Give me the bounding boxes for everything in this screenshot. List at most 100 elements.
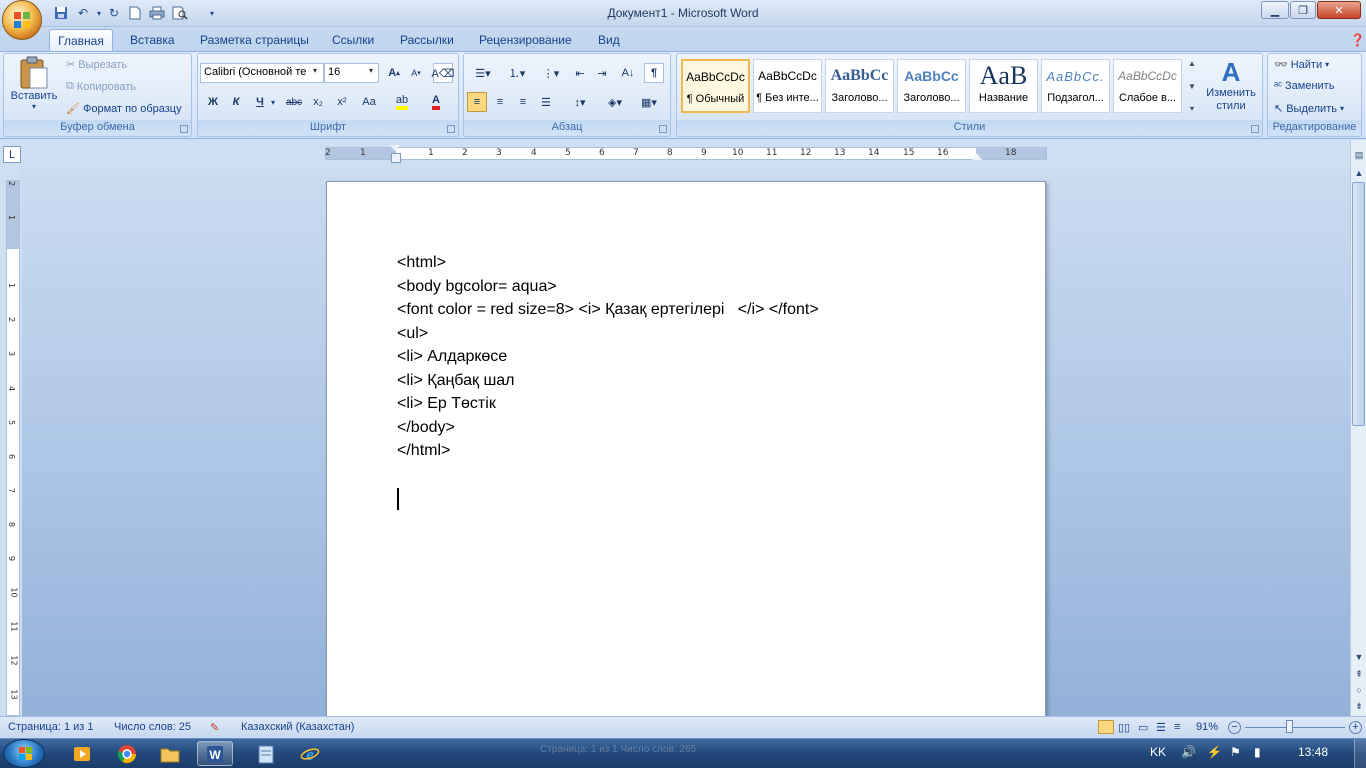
strikethrough-button[interactable]: abc xyxy=(284,92,304,112)
action-center-flag-icon[interactable]: ⚑ xyxy=(1230,745,1241,759)
align-left-icon[interactable]: ≡ xyxy=(467,92,487,112)
styles-scroll[interactable]: ▲ ▼ ▾ xyxy=(1185,59,1199,113)
clock[interactable]: 13:48 xyxy=(1298,745,1328,759)
style-heading-1[interactable]: AaBbCc Заголово... xyxy=(825,59,894,113)
select-button[interactable]: ↖ Выделить ▾ xyxy=(1274,102,1344,116)
help-icon[interactable]: ❓ xyxy=(1350,33,1365,47)
start-button[interactable] xyxy=(3,739,45,768)
zoom-in-icon[interactable]: + xyxy=(1349,721,1362,734)
tab-page-layout[interactable]: Разметка страницы xyxy=(190,29,319,51)
full-screen-view-icon[interactable]: ▯▯ xyxy=(1118,721,1130,734)
style-normal[interactable]: AaBbCcDc ¶ Обычный xyxy=(681,59,750,113)
align-center-icon[interactable]: ≡ xyxy=(490,92,510,112)
justify-icon[interactable]: ☰ xyxy=(536,92,556,112)
internet-explorer-icon[interactable]: e xyxy=(292,741,328,766)
font-name-combo[interactable]: Calibri (Основной те xyxy=(200,63,324,83)
style-subtitle[interactable]: AaBbCc. Подзагол... xyxy=(1041,59,1110,113)
battery-icon[interactable]: ▮ xyxy=(1254,745,1261,759)
zoom-slider-track[interactable] xyxy=(1245,727,1345,728)
decrease-indent-icon[interactable]: ⇤ xyxy=(570,63,590,83)
notepad-icon[interactable] xyxy=(248,741,284,766)
format-painter-button[interactable]: 🖌 Формат по образцу xyxy=(66,102,182,116)
font-name-dropdown-icon[interactable]: ▾ xyxy=(313,66,317,75)
style-no-spacing[interactable]: AaBbCcDc ¶ Без инте... xyxy=(753,59,822,113)
borders-icon[interactable]: ▦▾ xyxy=(634,92,664,112)
draft-view-icon[interactable]: ≡ xyxy=(1174,721,1180,733)
vertical-ruler[interactable]: 2 1 1 2 3 4 5 6 7 8 9 10 11 12 13 xyxy=(6,180,20,716)
font-size-dropdown-icon[interactable]: ▾ xyxy=(369,66,373,75)
grow-font-icon[interactable]: A ▴ xyxy=(384,63,404,83)
paste-button[interactable]: Вставить ▾ xyxy=(10,56,58,116)
paragraph-launcher-icon[interactable] xyxy=(659,125,667,133)
office-button[interactable] xyxy=(2,0,42,40)
power-icon[interactable]: ⚡ xyxy=(1207,745,1222,759)
file-explorer-icon[interactable] xyxy=(152,741,188,766)
italic-button[interactable]: К xyxy=(226,92,246,112)
style-title[interactable]: AaB Название xyxy=(969,59,1038,113)
numbering-icon[interactable]: ⒈▾ xyxy=(502,63,532,83)
ruler-toggle-icon[interactable]: ▤ xyxy=(1352,148,1366,162)
tab-home[interactable]: Главная xyxy=(49,29,113,51)
outline-view-icon[interactable]: ☰ xyxy=(1156,721,1166,734)
highlight-icon[interactable]: ab xyxy=(389,92,415,112)
scroll-down-icon[interactable]: ▼ xyxy=(1352,650,1366,664)
select-browse-object-icon[interactable]: ○ xyxy=(1352,683,1366,697)
align-right-icon[interactable]: ≡ xyxy=(513,92,533,112)
zoom-out-icon[interactable]: − xyxy=(1228,721,1241,734)
cut-button[interactable]: ✂ Вырезать xyxy=(66,58,127,72)
previous-page-icon[interactable]: ⇞ xyxy=(1352,667,1366,681)
next-page-icon[interactable]: ⇟ xyxy=(1352,699,1366,713)
more-styles-icon[interactable]: ▾ xyxy=(1190,104,1194,113)
style-subtle-emphasis[interactable]: AaBbCcDc Слабое в... xyxy=(1113,59,1182,113)
left-indent-marker[interactable] xyxy=(391,153,401,163)
horizontal-ruler[interactable]: 2 1 1 2 3 4 5 6 7 8 9 10 11 12 13 14 15 … xyxy=(325,147,1047,160)
right-indent-marker[interactable] xyxy=(972,153,982,160)
tab-review[interactable]: Рецензирование xyxy=(469,29,582,51)
font-color-icon[interactable]: A xyxy=(423,92,449,112)
replace-button[interactable]: ᵃᶜ Заменить xyxy=(1274,80,1334,92)
find-button[interactable]: 👓 Найти ▾ xyxy=(1274,58,1329,72)
language-status[interactable]: Казахский (Казахстан) xyxy=(241,721,354,733)
first-line-indent-marker[interactable] xyxy=(390,145,400,151)
tab-mailings[interactable]: Рассылки xyxy=(390,29,464,51)
zoom-level[interactable]: 91% xyxy=(1196,721,1218,733)
scroll-up-icon[interactable]: ▲ xyxy=(1352,166,1366,180)
underline-dropdown-icon[interactable]: ▾ xyxy=(271,98,275,107)
style-heading-2[interactable]: AaBbCc Заголово... xyxy=(897,59,966,113)
tab-insert[interactable]: Вставка xyxy=(120,29,185,51)
font-launcher-icon[interactable] xyxy=(447,125,455,133)
clear-formatting-icon[interactable]: A⌫ xyxy=(432,63,454,83)
language-indicator[interactable]: KK xyxy=(1150,745,1166,759)
scroll-up-icon[interactable]: ▲ xyxy=(1188,59,1196,68)
page-count[interactable]: Страница: 1 из 1 xyxy=(8,721,94,733)
volume-icon[interactable]: 🔊 xyxy=(1181,745,1196,759)
styles-launcher-icon[interactable] xyxy=(1251,125,1259,133)
superscript-button[interactable]: x² xyxy=(332,92,352,112)
copy-button[interactable]: ⧉ Копировать xyxy=(66,80,136,93)
underline-button[interactable]: Ч xyxy=(250,92,270,112)
maximize-button[interactable]: ❐ xyxy=(1290,1,1316,19)
media-player-icon[interactable] xyxy=(64,741,100,766)
minimize-button[interactable]: ▁ xyxy=(1261,1,1289,19)
show-desktop-button[interactable] xyxy=(1354,739,1366,768)
multilevel-list-icon[interactable]: ⋮▾ xyxy=(536,63,566,83)
close-button[interactable]: ✕ xyxy=(1317,1,1361,19)
word-taskbar-icon[interactable]: W xyxy=(197,741,233,766)
zoom-slider-thumb[interactable] xyxy=(1286,720,1293,733)
scroll-down-icon[interactable]: ▼ xyxy=(1188,82,1196,91)
word-count[interactable]: Число слов: 25 xyxy=(114,721,191,733)
clipboard-launcher-icon[interactable] xyxy=(180,125,188,133)
tab-references[interactable]: Ссылки xyxy=(322,29,384,51)
change-case-button[interactable]: Aa xyxy=(356,92,382,112)
tab-selector[interactable]: L xyxy=(3,146,21,163)
bold-button[interactable]: Ж xyxy=(203,92,223,112)
subscript-button[interactable]: x₂ xyxy=(308,92,328,112)
show-marks-icon[interactable]: ¶ xyxy=(644,63,664,83)
increase-indent-icon[interactable]: ⇥ xyxy=(592,63,612,83)
vertical-scrollbar[interactable]: ▤ ▲ ▼ ⇞ ○ ⇟ xyxy=(1350,140,1366,716)
print-layout-view-icon[interactable] xyxy=(1098,720,1114,734)
scroll-thumb[interactable] xyxy=(1352,182,1365,426)
line-spacing-icon[interactable]: ↕▾ xyxy=(566,92,594,112)
proofing-icon[interactable]: ✎ xyxy=(210,721,219,734)
sort-icon[interactable]: A↓ xyxy=(618,63,638,83)
